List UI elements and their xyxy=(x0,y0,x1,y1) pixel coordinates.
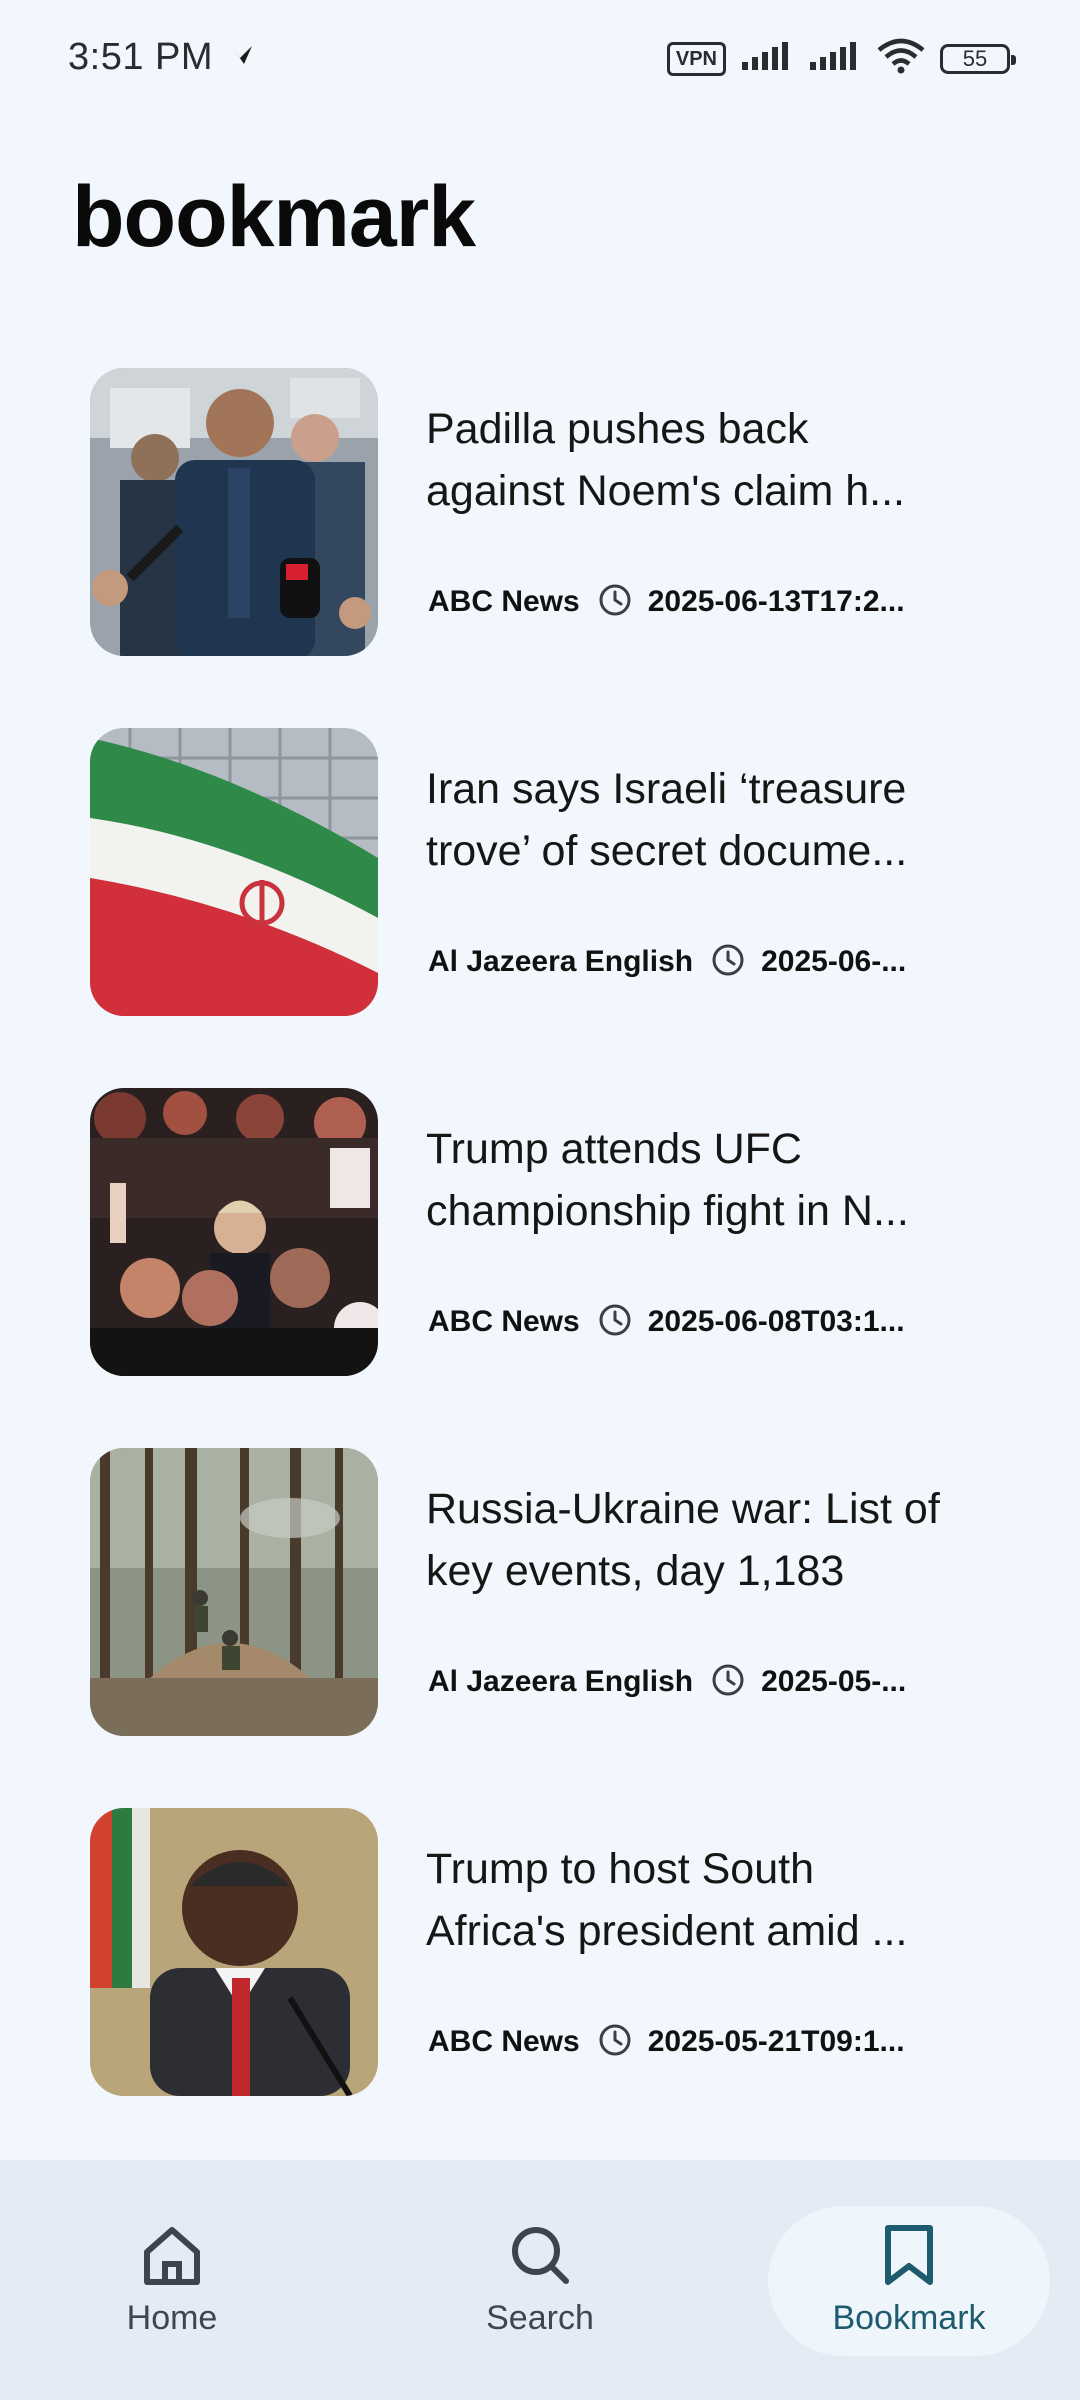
bookmark-article[interactable]: Trump attends UFC championship fight in … xyxy=(0,1088,1080,1378)
nav-item-home[interactable]: Home xyxy=(32,2206,312,2356)
nav-label: Search xyxy=(486,2299,594,2337)
bookmark-article[interactable]: Iran says Israeli ‘treasure trove’ of se… xyxy=(0,728,1080,1018)
vpn-badge: VPN xyxy=(666,41,726,76)
nav-item-bookmark[interactable]: Bookmark xyxy=(768,2206,1050,2356)
article-thumbnail xyxy=(90,1808,378,2096)
bookmark-article[interactable]: Padilla pushes back against Noem's claim… xyxy=(0,368,1080,658)
nav-item-search[interactable]: Search xyxy=(400,2206,680,2356)
article-source: ABC News xyxy=(428,585,580,618)
signal-icon xyxy=(740,40,794,77)
status-time: 3:51 PM xyxy=(68,36,214,78)
article-source: Al Jazeera English xyxy=(428,1665,694,1698)
article-time: 2025-05-... xyxy=(761,1665,907,1698)
article-source: ABC News xyxy=(428,2025,580,2058)
clock-icon xyxy=(598,2023,632,2062)
article-headline: Padilla pushes back against Noem's claim… xyxy=(426,405,906,515)
article-meta: ABC News 2025-06-08T03:1... xyxy=(428,1302,928,1342)
article-thumbnail xyxy=(90,368,378,656)
battery-icon: 55 xyxy=(940,43,1016,74)
clock-icon xyxy=(598,583,632,622)
bookmark-icon xyxy=(878,2224,940,2291)
notification-check-icon xyxy=(230,42,256,73)
wifi-icon xyxy=(876,38,926,79)
nav-label: Home xyxy=(126,2299,218,2337)
article-time: 2025-06-... xyxy=(761,945,907,978)
article-headline: Russia-Ukraine war: List of key events, … xyxy=(426,1485,940,1595)
home-icon xyxy=(141,2224,203,2291)
search-icon xyxy=(509,2224,571,2291)
article-thumbnail xyxy=(90,1448,378,1736)
nav-label: Bookmark xyxy=(832,2299,986,2337)
clock-icon xyxy=(598,1303,632,1342)
bookmark-article[interactable]: Trump to host South Africa's president a… xyxy=(0,1808,1080,2098)
article-time: 2025-05-21T09:1... xyxy=(647,2025,905,2058)
article-headline: Iran says Israeli ‘treasure trove’ of se… xyxy=(426,765,908,875)
bookmark-article[interactable]: Russia-Ukraine war: List of key events, … xyxy=(0,1448,1080,1738)
article-source: Al Jazeera English xyxy=(428,945,694,978)
article-source: ABC News xyxy=(428,1305,580,1338)
clock-icon xyxy=(711,1663,745,1702)
page-title: bookmark xyxy=(72,169,476,265)
article-thumbnail xyxy=(90,728,378,1016)
status-icons: VPN 55 xyxy=(666,38,1016,79)
article-time: 2025-06-13T17:2... xyxy=(647,585,905,618)
article-meta: ABC News 2025-05-21T09:1... xyxy=(428,2022,928,2062)
signal-icon xyxy=(808,40,862,77)
status-bar: 3:51 PM VPN 55 xyxy=(0,0,1080,120)
screen: 3:51 PM VPN 55 bookmark Padilla pushes b… xyxy=(0,0,1080,2400)
article-thumbnail xyxy=(90,1088,378,1376)
article-time: 2025-06-08T03:1... xyxy=(647,1305,905,1338)
article-headline: Trump attends UFC championship fight in … xyxy=(426,1125,909,1235)
article-headline: Trump to host South Africa's president a… xyxy=(426,1845,908,1955)
article-meta: Al Jazeera English 2025-05-... xyxy=(428,1662,928,1702)
article-meta: ABC News 2025-06-13T17:2... xyxy=(428,582,928,622)
clock-icon xyxy=(711,943,745,982)
article-meta: Al Jazeera English 2025-06-... xyxy=(428,942,928,982)
bottom-navigation: Home Search Bookmark xyxy=(0,2160,1080,2400)
